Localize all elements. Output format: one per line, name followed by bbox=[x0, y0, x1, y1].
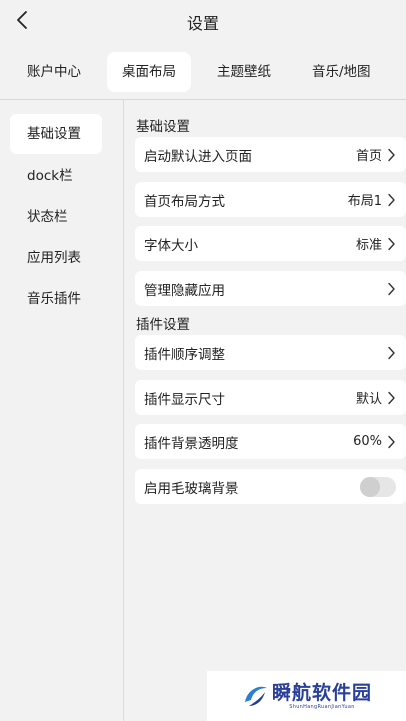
row-label: 插件顺序调整 bbox=[144, 346, 225, 363]
watermark: 瞬航软件园 ShunHangRuanJianYuan bbox=[207, 671, 406, 721]
tab-account-center[interactable]: 账户中心 bbox=[13, 52, 96, 92]
settings-content: 基础设置 启动默认进入页面 首页 首页布局方式 布局1 字体大小 标准 管理隐藏… bbox=[125, 100, 406, 721]
sidebar-item-status-bar[interactable]: 状态栏 bbox=[10, 197, 102, 237]
row-label: 管理隐藏应用 bbox=[144, 282, 225, 299]
watermark-text-group: 瞬航软件园 ShunHangRuanJianYuan bbox=[272, 682, 372, 710]
watermark-subtext: ShunHangRuanJianYuan bbox=[289, 704, 355, 710]
chevron-right-icon bbox=[388, 346, 395, 359]
toggle-knob bbox=[360, 476, 380, 497]
watermark-text: 瞬航软件园 bbox=[271, 682, 372, 704]
row-label: 字体大小 bbox=[144, 237, 198, 254]
sidebar-item-music-plugin[interactable]: 音乐插件 bbox=[10, 279, 102, 319]
sidebar-item-basic-settings[interactable]: 基础设置 bbox=[10, 114, 102, 154]
section-title-basic: 基础设置 bbox=[136, 119, 190, 135]
title-bar: 设置 bbox=[0, 0, 406, 42]
row-frosted-glass: 启用毛玻璃背景 bbox=[135, 469, 406, 504]
row-plugin-order[interactable]: 插件顺序调整 bbox=[135, 335, 406, 370]
row-value: 默认 bbox=[355, 392, 382, 407]
row-label: 启动默认进入页面 bbox=[144, 148, 252, 165]
row-value: 标准 bbox=[355, 238, 382, 253]
tab-theme-wallpaper[interactable]: 主题壁纸 bbox=[202, 52, 286, 92]
chevron-right-icon bbox=[388, 193, 395, 206]
chevron-right-icon bbox=[388, 391, 395, 404]
row-label: 插件背景透明度 bbox=[144, 435, 239, 452]
row-default-start-page[interactable]: 启动默认进入页面 首页 bbox=[135, 137, 406, 172]
row-label: 启用毛玻璃背景 bbox=[144, 480, 239, 497]
row-home-layout[interactable]: 首页布局方式 布局1 bbox=[135, 182, 406, 217]
sidebar: 基础设置 dock栏 状态栏 应用列表 音乐插件 bbox=[0, 100, 124, 721]
chevron-right-icon bbox=[388, 237, 395, 250]
row-label: 插件显示尺寸 bbox=[144, 391, 225, 408]
row-label: 首页布局方式 bbox=[144, 193, 225, 210]
sidebar-item-app-list[interactable]: 应用列表 bbox=[10, 238, 102, 278]
row-value: 60% bbox=[353, 434, 382, 449]
sidebar-item-dock[interactable]: dock栏 bbox=[10, 156, 102, 196]
tab-music-map[interactable]: 音乐/地图 bbox=[297, 52, 386, 92]
chevron-right-icon bbox=[388, 435, 395, 448]
watermark-logo-icon bbox=[244, 686, 267, 706]
row-value: 首页 bbox=[355, 149, 382, 164]
row-font-size[interactable]: 字体大小 标准 bbox=[135, 226, 406, 261]
page-title: 设置 bbox=[186, 14, 219, 33]
tab-desktop-layout[interactable]: 桌面布局 bbox=[107, 52, 191, 92]
row-plugin-size[interactable]: 插件显示尺寸 默认 bbox=[135, 380, 406, 415]
row-plugin-bg-opacity[interactable]: 插件背景透明度 60% bbox=[135, 424, 406, 459]
chevron-right-icon bbox=[388, 282, 395, 295]
row-value: 布局1 bbox=[347, 194, 382, 209]
tab-advanced[interactable]: 高 bbox=[397, 52, 406, 92]
chevron-right-icon bbox=[388, 148, 395, 161]
row-manage-hidden-apps[interactable]: 管理隐藏应用 bbox=[135, 271, 406, 306]
frosted-glass-toggle[interactable] bbox=[360, 476, 396, 497]
section-title-plugin: 插件设置 bbox=[136, 317, 190, 333]
top-tabs: 账户中心 桌面布局 主题壁纸 音乐/地图 高 bbox=[0, 50, 406, 94]
